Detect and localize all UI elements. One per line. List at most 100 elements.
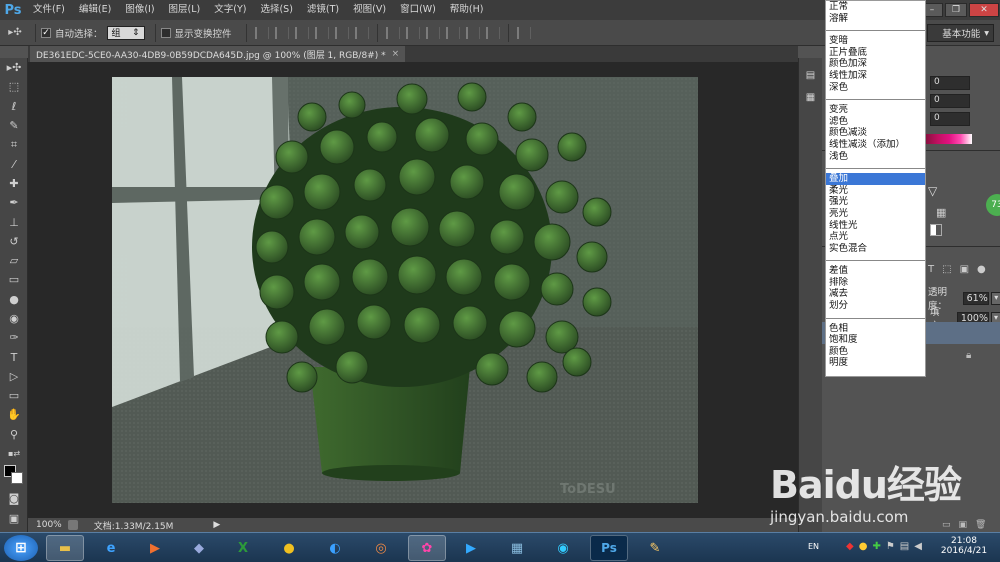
align-bottom-icon[interactable] (294, 26, 309, 39)
document-image[interactable]: ToDESU (112, 77, 698, 503)
player-taskbar-icon[interactable]: ◐ (316, 535, 354, 561)
volume-icon[interactable]: ◀ (914, 541, 922, 552)
menu-item[interactable]: 文件(F) (26, 0, 72, 20)
blend-mode-option[interactable]: 排除 (826, 277, 925, 289)
value-field-3[interactable]: 0 (930, 112, 970, 126)
document-tab[interactable]: DE361EDC-5CE0-AA30-4DB9-0B59DCDA645D.jpg… (30, 46, 406, 62)
screen-mode-icon[interactable]: ▣ (0, 509, 28, 528)
blend-mode-option[interactable]: 实色混合 (826, 243, 925, 255)
blend-mode-option[interactable]: 色相 (826, 323, 925, 335)
blend-mode-option[interactable]: 变暗 (826, 35, 925, 47)
blend-mode-option[interactable]: 溶解 (826, 13, 925, 25)
align-vcenter-icon[interactable] (274, 26, 289, 39)
filter-toggle-icon[interactable]: ● (977, 264, 986, 275)
green-tray-icon[interactable]: ✚ (872, 541, 880, 552)
history-brush-tool-icon[interactable]: ↺ (0, 232, 28, 251)
align-left-icon[interactable] (314, 26, 329, 39)
workspace-switcher[interactable]: 基本功能 ▾ (927, 24, 994, 42)
blend-mode-option[interactable]: 叠加 (826, 173, 925, 185)
status-menu-arrow-icon[interactable]: ▶ (213, 520, 220, 530)
type-filter-icon[interactable]: T (928, 264, 934, 275)
distribute-vcenter-icon[interactable] (405, 26, 420, 39)
quick-select-tool-icon[interactable]: ✎ (0, 116, 28, 135)
blend-mode-option[interactable]: 深色 (826, 82, 925, 94)
photoshop-taskbar-icon[interactable]: Ps (590, 535, 628, 561)
film-taskbar-icon[interactable]: ▦ (498, 535, 536, 561)
distribute-hcenter-icon[interactable] (465, 26, 480, 39)
auto-select-dropdown[interactable]: 组 ⇕ (106, 25, 145, 40)
blend-mode-option[interactable]: 亮光 (826, 208, 925, 220)
opacity-dropdown-icon[interactable]: ▾ (991, 291, 1000, 305)
align-hcenter-icon[interactable] (334, 26, 349, 39)
distribute-top-icon[interactable] (385, 26, 400, 39)
language-indicator[interactable]: EN (808, 542, 819, 551)
hand-tool-icon[interactable]: ✋ (0, 405, 28, 424)
align-right-icon[interactable] (354, 26, 369, 39)
blend-mode-option[interactable]: 差值 (826, 265, 925, 277)
type-tool-icon[interactable]: T (0, 347, 28, 366)
blend-mode-option[interactable]: 点光 (826, 231, 925, 243)
zoom-tool-icon[interactable]: ⚲ (0, 425, 28, 444)
blend-mode-option[interactable]: 颜色加深 (826, 58, 925, 70)
status-icon[interactable] (67, 520, 78, 530)
show-transform-checkbox[interactable] (160, 27, 171, 38)
marquee-tool-icon[interactable]: ⬚ (0, 77, 28, 96)
explorer-taskbar-icon[interactable]: ▬ (46, 535, 84, 561)
dodge-tool-icon[interactable]: ◉ (0, 309, 28, 328)
blend-mode-option[interactable]: 正常 (826, 1, 925, 13)
shape-filter-icon[interactable]: ⬚ (942, 264, 951, 275)
menu-item[interactable]: 图层(L) (162, 0, 208, 20)
close-tab-icon[interactable]: × (392, 49, 400, 59)
distribute-bottom-icon[interactable] (425, 26, 440, 39)
lasso-tool-icon[interactable]: ℓ (0, 97, 28, 116)
eraser-tool-icon[interactable]: ▱ (0, 251, 28, 270)
auto-select-checkbox[interactable]: ✓ (41, 27, 51, 38)
blend-mode-option[interactable]: 减去 (826, 288, 925, 300)
align-top-icon[interactable] (254, 26, 269, 39)
path-select-tool-icon[interactable]: ▷ (0, 367, 28, 386)
tool-taskbar-icon[interactable]: ◆ (180, 535, 218, 561)
show-transform-option[interactable]: 显示变换控件 (160, 26, 232, 40)
blend-mode-option[interactable]: 饱和度 (826, 334, 925, 346)
properties-panel-icon[interactable]: ▦ (799, 86, 822, 108)
history-panel-icon[interactable]: ▤ (799, 64, 822, 86)
maximize-button[interactable]: ❐ (945, 3, 967, 17)
mask-icon[interactable] (930, 224, 942, 236)
background-color[interactable] (11, 472, 23, 485)
blend-mode-option[interactable]: 颜色 (826, 346, 925, 358)
distribute-left-icon[interactable] (445, 26, 460, 39)
antivirus-tray-icon[interactable]: ◆ (846, 541, 854, 552)
gradient-tool-icon[interactable]: ▭ (0, 270, 28, 289)
pen-tool-icon[interactable]: ✑ (0, 328, 28, 347)
menu-item[interactable]: 图像(I) (118, 0, 161, 20)
start-button[interactable]: ⊞ (4, 535, 38, 561)
blend-mode-option[interactable]: 滤色 (826, 116, 925, 128)
blend-mode-option[interactable]: 柔光 (826, 185, 925, 197)
flag-tray-icon[interactable]: ⚑ (886, 541, 895, 552)
close-button[interactable]: ✕ (969, 3, 999, 17)
menu-item[interactable]: 窗口(W) (393, 0, 443, 20)
excel-taskbar-icon[interactable]: X (224, 535, 262, 561)
paint-taskbar-icon[interactable]: ✎ (636, 535, 674, 561)
blend-mode-option[interactable]: 变亮 (826, 104, 925, 116)
crop-tool-icon[interactable]: ⌗ (0, 135, 28, 154)
opacity-input[interactable]: 61% (962, 291, 990, 305)
value-field-2[interactable]: 0 (930, 94, 970, 108)
blend-mode-option[interactable]: 线性加深 (826, 70, 925, 82)
menu-item[interactable]: 滤镜(T) (300, 0, 346, 20)
menu-item[interactable]: 编辑(E) (72, 0, 118, 20)
quick-mask-icon[interactable]: ◙ (0, 489, 28, 508)
smart-filter-icon[interactable]: ▣ (960, 264, 969, 275)
blend-mode-option[interactable]: 线性光 (826, 220, 925, 232)
video-taskbar-icon[interactable]: ▶ (452, 535, 490, 561)
eyedropper-tool-icon[interactable]: ⁄ (0, 154, 28, 173)
distribute-right-icon[interactable] (485, 26, 500, 39)
grid-icon[interactable]: ▦ (936, 206, 946, 219)
media-taskbar-icon[interactable]: ▶ (136, 535, 174, 561)
color-swatches[interactable] (0, 463, 28, 489)
blend-mode-option[interactable]: 线性减淡（添加） (826, 139, 925, 151)
menu-item[interactable]: 选择(S) (253, 0, 299, 20)
zoom-level[interactable]: 100% (28, 520, 68, 530)
baidu-taskbar-icon[interactable]: ◉ (544, 535, 582, 561)
color-ramp[interactable] (926, 134, 972, 144)
